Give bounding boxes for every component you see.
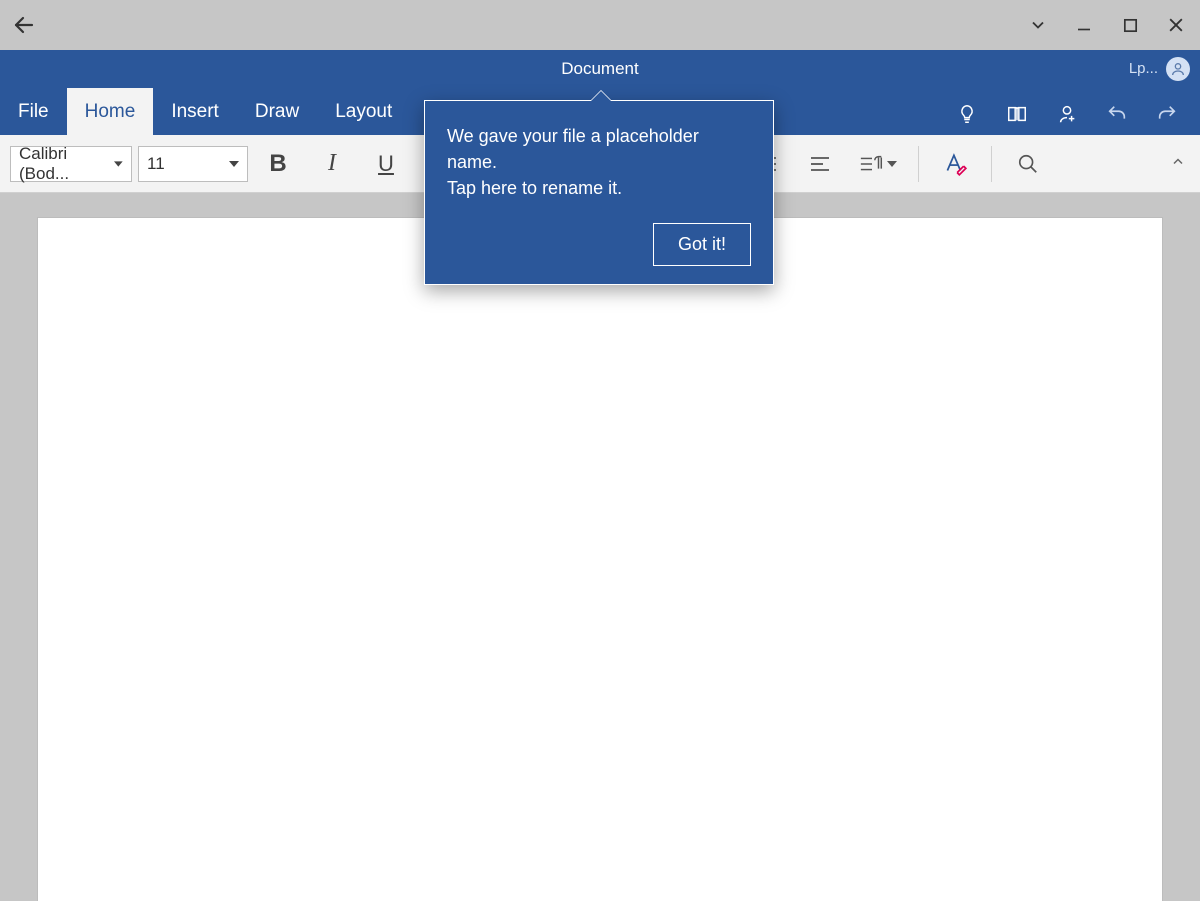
- tooltip-line1: We gave your file a placeholder name.: [447, 123, 751, 175]
- styles-button[interactable]: [931, 144, 979, 184]
- document-page[interactable]: [37, 217, 1163, 901]
- toolbar-divider-2: [991, 146, 992, 182]
- titlebar: Document Lp...: [0, 50, 1200, 87]
- align-button[interactable]: [796, 144, 844, 184]
- tab-draw[interactable]: Draw: [237, 88, 317, 135]
- font-size-value: 11: [147, 154, 165, 174]
- underline-button[interactable]: U: [362, 144, 410, 184]
- font-size-dropdown[interactable]: 11: [138, 146, 248, 182]
- maximize-icon[interactable]: [1118, 13, 1142, 37]
- italic-button[interactable]: I: [308, 144, 356, 184]
- avatar[interactable]: [1166, 57, 1190, 81]
- tab-insert[interactable]: Insert: [153, 88, 237, 135]
- undo-icon[interactable]: [1106, 103, 1128, 125]
- minimize-icon[interactable]: [1072, 13, 1096, 37]
- collapse-ribbon-icon[interactable]: [1170, 153, 1186, 174]
- chevron-down-icon[interactable]: [1026, 13, 1050, 37]
- tooltip-line2: Tap here to rename it.: [447, 175, 751, 201]
- user-label[interactable]: Lp...: [1129, 60, 1158, 77]
- back-icon[interactable]: [12, 13, 36, 37]
- tab-file[interactable]: File: [0, 88, 67, 135]
- tab-layout[interactable]: Layout: [317, 88, 410, 135]
- read-mode-icon[interactable]: [1006, 103, 1028, 125]
- redo-icon[interactable]: [1156, 103, 1178, 125]
- lightbulb-icon[interactable]: [956, 103, 978, 125]
- toolbar-divider: [918, 146, 919, 182]
- search-button[interactable]: [1004, 144, 1052, 184]
- tab-home[interactable]: Home: [67, 88, 154, 135]
- canvas-area: [0, 193, 1200, 901]
- close-icon[interactable]: [1164, 13, 1188, 37]
- share-icon[interactable]: [1056, 103, 1078, 125]
- font-name-value: Calibri (Bod...: [19, 144, 108, 184]
- font-name-dropdown[interactable]: Calibri (Bod...: [10, 146, 132, 182]
- rename-tooltip: We gave your file a placeholder name. Ta…: [424, 100, 774, 285]
- document-title[interactable]: Document: [561, 59, 638, 79]
- tooltip-got-it-button[interactable]: Got it!: [653, 223, 751, 266]
- window-chrome: [0, 0, 1200, 50]
- bold-button[interactable]: B: [254, 144, 302, 184]
- paragraph-marks-button[interactable]: [850, 144, 906, 184]
